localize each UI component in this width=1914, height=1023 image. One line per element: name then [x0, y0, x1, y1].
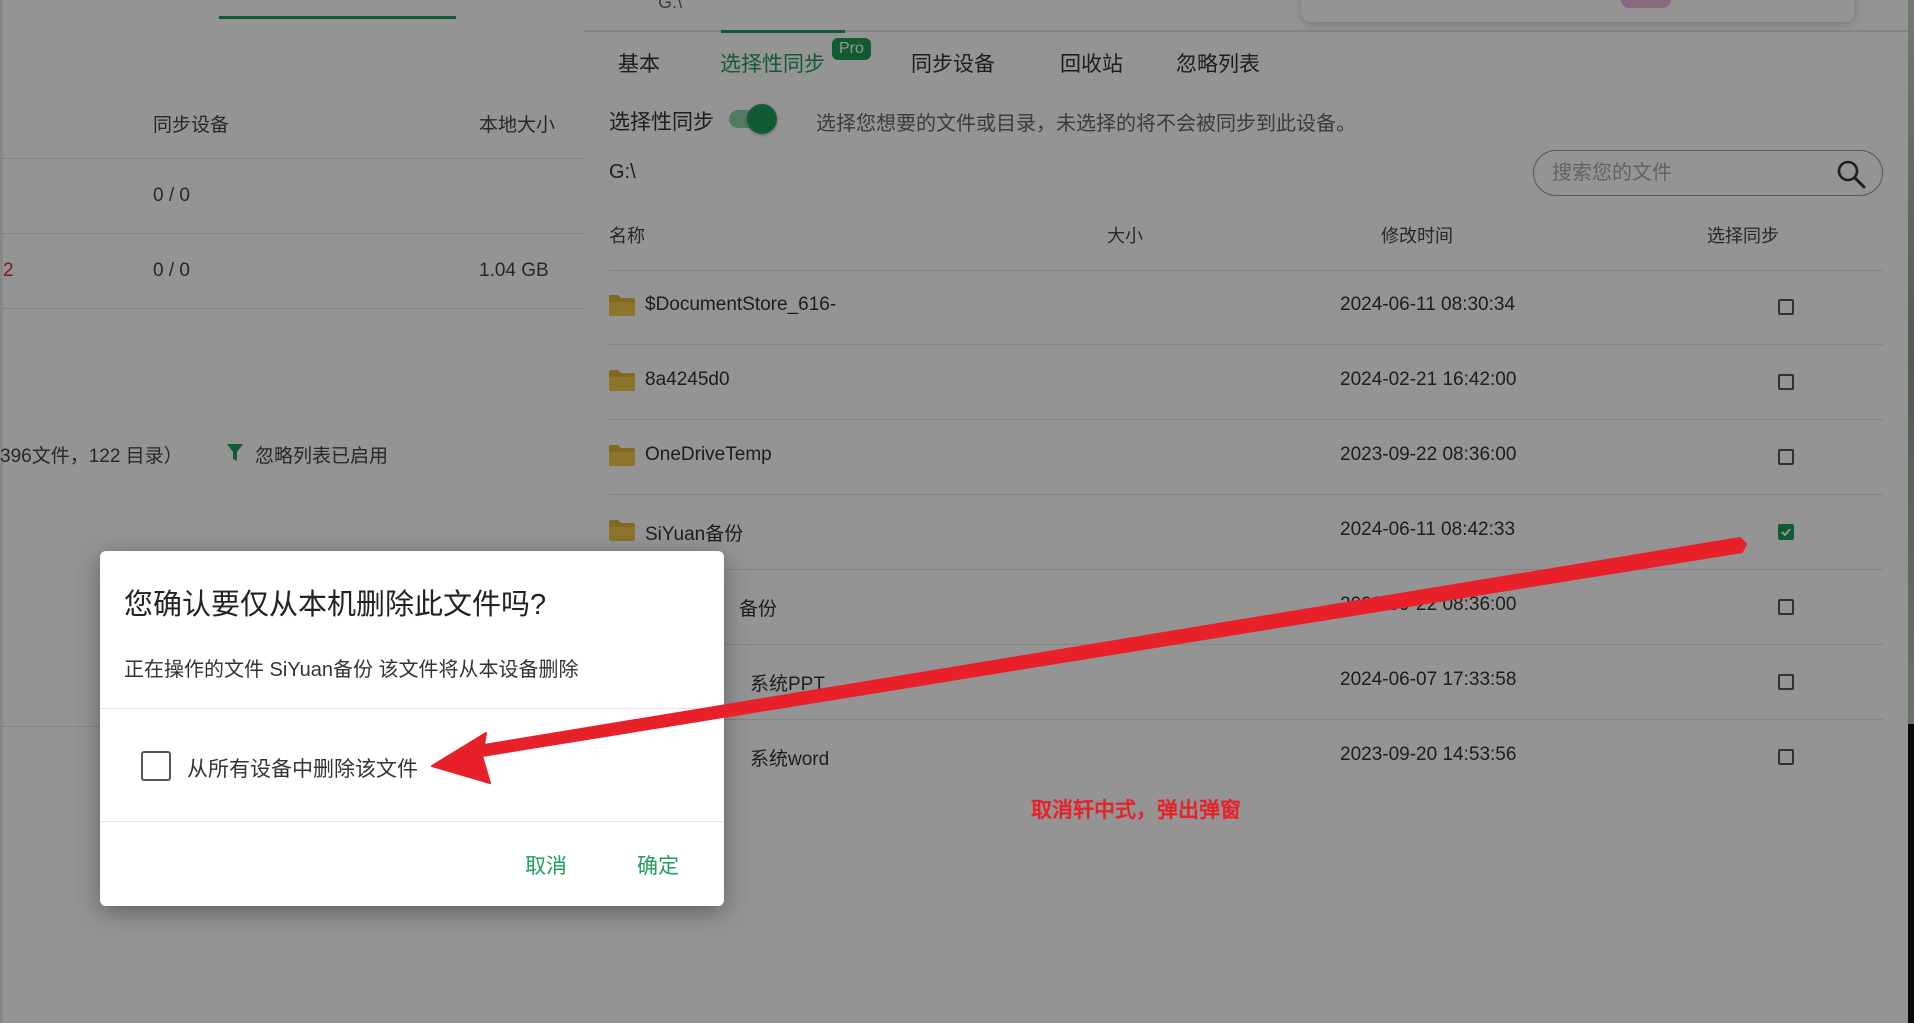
cancel-button[interactable]: 取消 — [525, 850, 567, 880]
delete-all-devices-label[interactable]: 从所有设备中删除该文件 — [187, 753, 418, 783]
confirm-button[interactable]: 确定 — [637, 850, 679, 880]
confirm-delete-dialog: 您确认要仅从本机删除此文件吗? 正在操作的文件 SiYuan备份 该文件将从本设… — [100, 551, 724, 906]
dialog-title: 您确认要仅从本机删除此文件吗? — [124, 589, 547, 621]
annotation-text: 取消轩中式，弹出弹窗 — [1031, 799, 1241, 822]
dialog-divider — [100, 821, 724, 822]
dialog-divider — [100, 708, 724, 709]
dialog-message: 正在操作的文件 SiYuan备份 该文件将从本设备删除 — [124, 659, 579, 681]
delete-all-devices-checkbox[interactable] — [141, 751, 171, 781]
